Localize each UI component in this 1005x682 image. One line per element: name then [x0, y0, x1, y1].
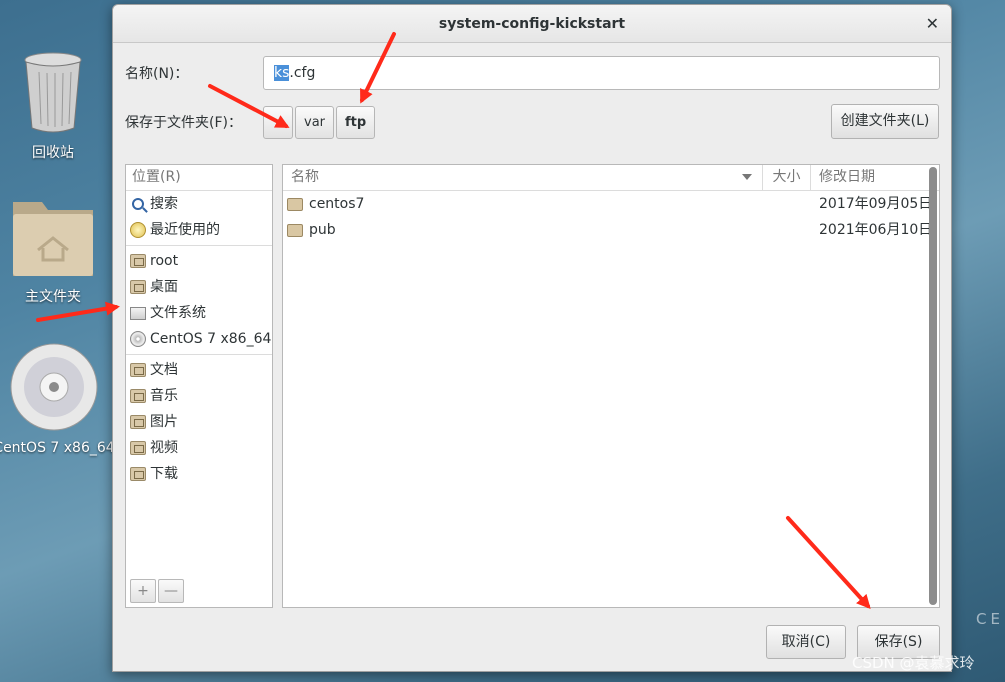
- sort-down-icon: [742, 174, 752, 180]
- path-button-ftp[interactable]: ftp: [336, 106, 376, 139]
- videos-folder-icon: [130, 441, 146, 455]
- file-date: 2017年09月05日: [819, 196, 933, 212]
- place-label: 文档: [150, 362, 178, 378]
- place-label: 最近使用的: [150, 222, 220, 238]
- downloads-folder-icon: [130, 467, 146, 481]
- place-recent[interactable]: 最近使用的: [126, 217, 272, 243]
- home-folder-label: 主文件夹: [25, 289, 81, 305]
- path-scroll-left-button[interactable]: [263, 106, 293, 139]
- home-folder-icon: [130, 254, 146, 268]
- places-divider: [126, 354, 272, 355]
- place-root[interactable]: root: [126, 248, 272, 274]
- path-bar: var ftp: [263, 106, 376, 139]
- column-header-name[interactable]: 名称: [283, 165, 763, 190]
- filesystem-icon: [130, 306, 146, 320]
- place-label: 视频: [150, 440, 178, 456]
- annotation-arrow: [36, 301, 120, 322]
- csdn-watermark: CSDN @袁慕求玲: [852, 654, 975, 672]
- filename-selection: ks: [274, 65, 290, 81]
- documents-folder-icon: [130, 363, 146, 377]
- place-label: 桌面: [150, 279, 178, 295]
- scrollbar-thumb[interactable]: [929, 167, 937, 605]
- file-list-scrollbar[interactable]: [929, 167, 937, 605]
- search-icon: [132, 198, 144, 210]
- places-header: 位置(R): [126, 165, 272, 191]
- filename-rest: .cfg: [289, 65, 316, 81]
- places-toolbar: + —: [130, 579, 184, 603]
- dialog-titlebar[interactable]: system-config-kickstart ✕: [113, 5, 951, 43]
- file-size: [763, 191, 811, 217]
- cdrom-desktop-icon[interactable]: CentOS 7 x86_64: [0, 342, 116, 456]
- place-pictures[interactable]: 图片: [126, 409, 272, 435]
- file-size: [763, 217, 811, 243]
- desktop-folder-icon: [130, 280, 146, 294]
- file-name: centos7: [309, 196, 365, 212]
- name-label: 名称(N)：: [125, 66, 189, 82]
- place-cdrom[interactable]: CentOS 7 x86_64: [126, 326, 272, 352]
- place-downloads[interactable]: 下载: [126, 461, 272, 487]
- place-label: 音乐: [150, 388, 178, 404]
- filename-input[interactable]: ks.cfg: [263, 56, 940, 90]
- place-label: root: [150, 253, 179, 269]
- cancel-button[interactable]: 取消(C): [766, 625, 846, 659]
- music-folder-icon: [130, 389, 146, 403]
- file-date: 2021年06月10日: [819, 222, 933, 238]
- trash-desktop-icon[interactable]: 回收站: [18, 50, 88, 162]
- save-in-folder-label: 保存于文件夹(F)：: [125, 115, 242, 131]
- save-file-dialog: system-config-kickstart ✕ 名称(N)： ks.cfg …: [112, 4, 952, 672]
- place-documents[interactable]: 文档: [126, 357, 272, 383]
- places-sidebar: 位置(R) 搜索 最近使用的 root 桌面 文件系统 CentOS 7 x86…: [125, 164, 273, 608]
- place-music[interactable]: 音乐: [126, 383, 272, 409]
- add-bookmark-button[interactable]: +: [130, 579, 156, 603]
- remove-bookmark-button[interactable]: —: [158, 579, 184, 603]
- place-videos[interactable]: 视频: [126, 435, 272, 461]
- place-label: 下载: [150, 466, 178, 482]
- disc-icon: [130, 331, 146, 347]
- file-list-header: 名称 大小 修改日期: [283, 165, 939, 191]
- place-label: CentOS 7 x86_64: [150, 331, 272, 347]
- trash-label: 回收站: [32, 145, 74, 161]
- disc-icon: [10, 343, 98, 431]
- create-folder-button[interactable]: 创建文件夹(L): [831, 104, 939, 139]
- pictures-folder-icon: [130, 415, 146, 429]
- file-list: 名称 大小 修改日期 centos7 2017年09月05日 pub 2021年…: [282, 164, 940, 608]
- place-search[interactable]: 搜索: [126, 191, 272, 217]
- place-label: 搜索: [150, 196, 178, 212]
- trash-icon: [24, 52, 82, 133]
- places-divider: [126, 245, 272, 246]
- column-header-size[interactable]: 大小: [763, 165, 811, 190]
- home-folder-desktop-icon[interactable]: 主文件夹: [6, 192, 100, 306]
- folder-icon: [287, 197, 303, 211]
- path-button-var[interactable]: var: [295, 106, 335, 139]
- desktop-watermark: CE: [976, 610, 1004, 628]
- file-row[interactable]: centos7 2017年09月05日: [283, 191, 939, 217]
- file-row[interactable]: pub 2021年06月10日: [283, 217, 939, 243]
- place-label: 图片: [150, 414, 178, 430]
- recent-icon: [130, 222, 146, 238]
- place-filesystem[interactable]: 文件系统: [126, 300, 272, 326]
- cdrom-label: CentOS 7 x86_64: [0, 440, 115, 456]
- folder-icon: [287, 223, 303, 237]
- close-icon[interactable]: ✕: [926, 5, 939, 43]
- column-header-date[interactable]: 修改日期: [811, 165, 939, 190]
- place-label: 文件系统: [150, 305, 206, 321]
- place-desktop[interactable]: 桌面: [126, 274, 272, 300]
- dialog-title: system-config-kickstart: [438, 16, 626, 32]
- file-name: pub: [309, 222, 336, 238]
- home-folder-icon: [13, 202, 93, 276]
- column-name-label: 名称: [291, 169, 319, 185]
